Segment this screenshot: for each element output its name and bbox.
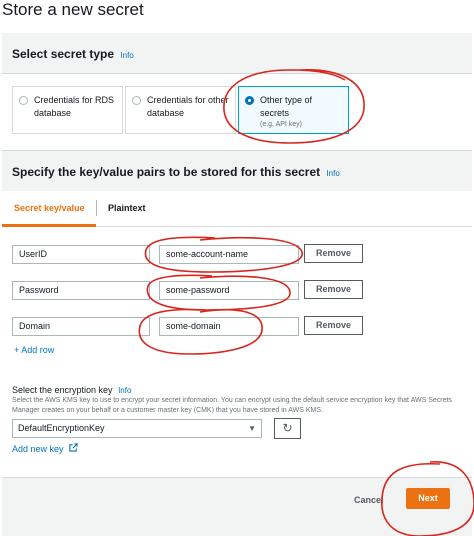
next-button[interactable]: Next <box>406 488 450 509</box>
encryption-description: Select the AWS KMS key to use to encrypt… <box>12 397 452 414</box>
kv-panel: Secret key/value Plaintext UserID some-a… <box>2 191 472 364</box>
encryption-label: Select the encryption key Info <box>12 385 131 395</box>
encryption-panel: Select the encryption key Info Select th… <box>2 364 472 478</box>
option-other-db-credentials[interactable]: Credentials for other database <box>125 86 236 134</box>
option-sublabel: (e.g. API key) <box>260 121 303 128</box>
caret-down-icon: ▼ <box>248 424 256 433</box>
tab-active-underline <box>2 224 96 227</box>
radio-button[interactable] <box>19 96 28 105</box>
key-input[interactable]: Domain <box>12 317 150 336</box>
radio-button-selected[interactable] <box>245 96 254 105</box>
value-input[interactable]: some-domain <box>159 317 299 336</box>
add-new-key-link[interactable]: Add new key <box>12 443 78 454</box>
encryption-info-link[interactable]: Info <box>118 386 131 395</box>
tab-divider <box>96 200 97 216</box>
encryption-title: Select the encryption key <box>12 385 113 395</box>
kv-title: Specify the key/value pairs to be stored… <box>12 165 321 179</box>
option-label: Credentials for RDS database <box>34 95 115 118</box>
option-other-secret-type[interactable]: Other type of secrets (e.g. API key) <box>238 86 349 134</box>
secret-type-info-link[interactable]: Info <box>120 51 133 60</box>
page-title: Store a new secret <box>2 0 144 19</box>
kv-heading: Specify the key/value pairs to be stored… <box>12 165 340 179</box>
option-label: Other type of secrets <box>260 95 313 118</box>
secret-type-header: Select secret type Info <box>2 33 472 74</box>
secret-type-heading: Select secret type Info <box>12 47 134 61</box>
value-input[interactable]: some-account-name <box>159 245 299 264</box>
key-input[interactable]: UserID <box>12 245 150 264</box>
add-row-link[interactable]: + Add row <box>14 345 54 355</box>
selected-key: DefaultEncryptionKey <box>18 423 105 433</box>
external-link-icon <box>69 443 78 454</box>
remove-row-button[interactable]: Remove <box>304 316 363 335</box>
tab-plaintext[interactable]: Plaintext <box>108 203 146 213</box>
refresh-button[interactable]: ↻ <box>274 418 301 439</box>
kv-info-link[interactable]: Info <box>326 169 339 178</box>
add-new-key-label: Add new key <box>12 444 64 454</box>
tab-secret-key-value[interactable]: Secret key/value <box>14 203 85 213</box>
value-input[interactable]: some-password <box>159 281 299 300</box>
option-rds-credentials[interactable]: Credentials for RDS database <box>12 86 123 134</box>
radio-button[interactable] <box>132 96 141 105</box>
refresh-icon: ↻ <box>282 421 293 435</box>
secret-type-title: Select secret type <box>12 47 115 61</box>
encryption-key-select[interactable]: DefaultEncryptionKey ▼ <box>12 419 262 438</box>
cancel-button[interactable]: Cancel <box>354 495 384 505</box>
kv-tabs: Secret key/value Plaintext <box>2 191 472 227</box>
secret-type-options: Credentials for RDS database Credentials… <box>2 74 472 151</box>
remove-row-button[interactable]: Remove <box>304 280 363 299</box>
kv-header: Specify the key/value pairs to be stored… <box>2 151 472 191</box>
footer: Cancel Next <box>2 478 472 536</box>
option-label: Credentials for other database <box>147 95 229 118</box>
remove-row-button[interactable]: Remove <box>304 244 363 263</box>
key-input[interactable]: Password <box>12 281 150 300</box>
